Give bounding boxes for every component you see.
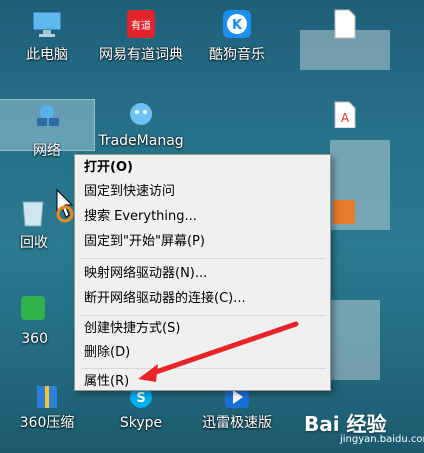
baidu-watermark: Bai 经验 jingyan.baidu.com [300, 408, 424, 448]
watermark-brand: Bai 经验 [304, 412, 387, 436]
desktop: 此电脑 有道 网易有道词典 K 酷狗音乐 网络 TradeManag A 回收 … [0, 0, 424, 453]
watermark-url: jingyan.baidu.com [340, 434, 424, 445]
red-arrow-icon [138, 321, 299, 382]
